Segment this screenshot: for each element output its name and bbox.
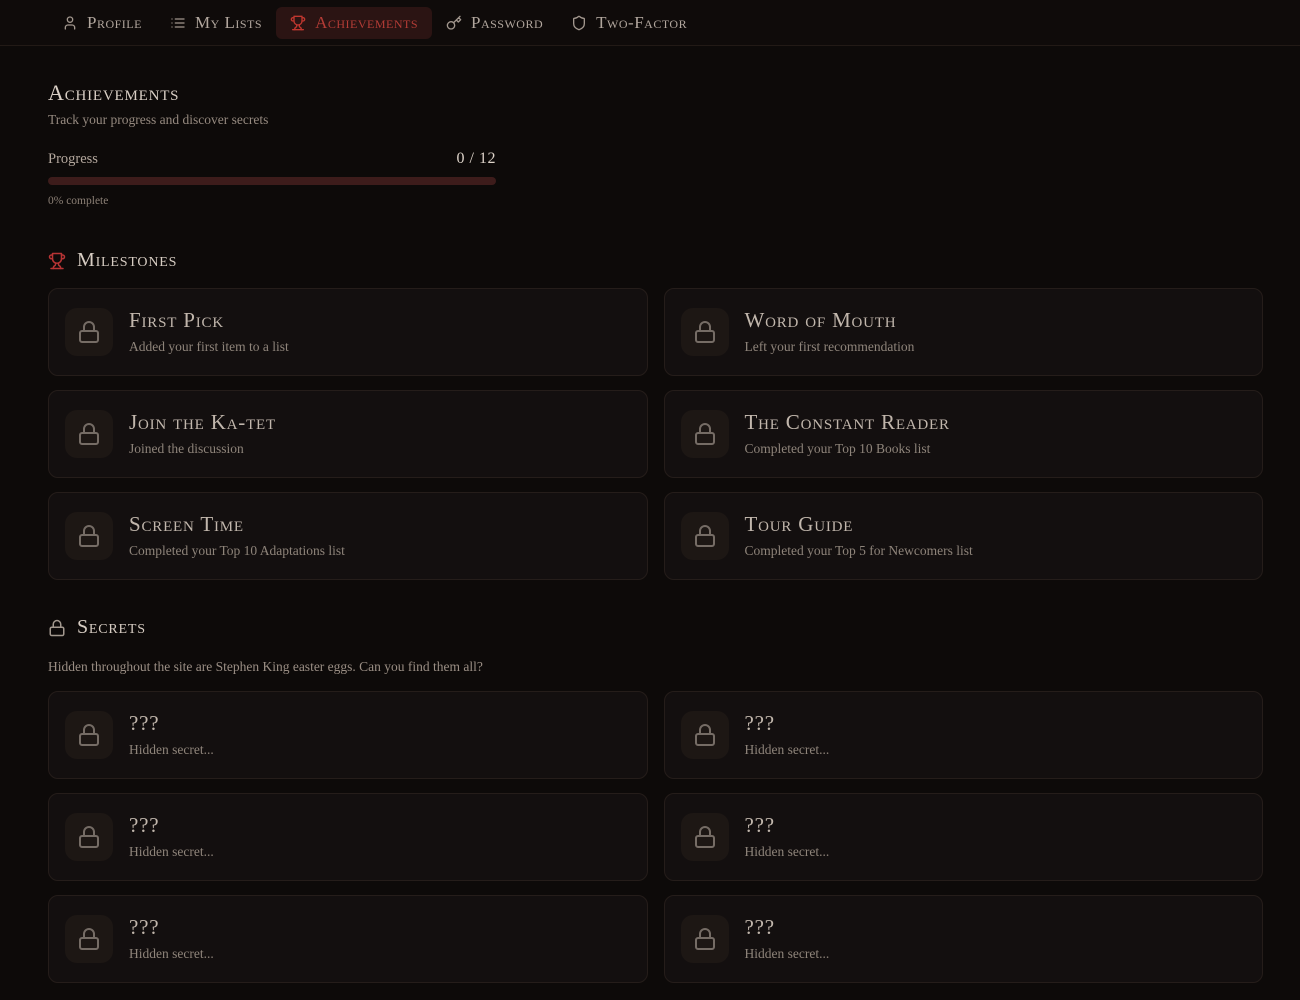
nav-tab-my-lists[interactable]: My Lists — [156, 7, 276, 39]
achievement-description: Completed your Top 10 Books list — [745, 441, 950, 457]
secret-card[interactable]: ??? Hidden secret... — [664, 895, 1264, 983]
secrets-section: Secrets Hidden throughout the site are S… — [48, 616, 1263, 983]
achievement-card[interactable]: Tour Guide Completed your Top 5 for Newc… — [664, 492, 1264, 580]
secret-description: Hidden secret... — [129, 844, 214, 860]
nav-tab-label: My Lists — [195, 13, 262, 33]
milestones-grid: First Pick Added your first item to a li… — [48, 288, 1263, 580]
locked-badge — [65, 711, 113, 759]
achievement-title: Screen Time — [129, 513, 345, 536]
nav-tab-label: Profile — [87, 13, 142, 33]
secret-description: Hidden secret... — [745, 742, 830, 758]
locked-badge — [65, 915, 113, 963]
nav-tab-two-factor[interactable]: Two-Factor — [557, 7, 701, 39]
achievement-card[interactable]: The Constant Reader Completed your Top 1… — [664, 390, 1264, 478]
key-icon — [446, 15, 462, 31]
page-subtitle: Track your progress and discover secrets — [48, 112, 1263, 128]
secret-card[interactable]: ??? Hidden secret... — [664, 793, 1264, 881]
locked-badge — [681, 711, 729, 759]
locked-badge — [681, 308, 729, 356]
achievement-description: Joined the discussion — [129, 441, 276, 457]
lock-icon — [693, 723, 717, 747]
achievement-card[interactable]: Word of Mouth Left your first recommenda… — [664, 288, 1264, 376]
user-icon — [62, 15, 78, 31]
secret-card[interactable]: ??? Hidden secret... — [48, 691, 648, 779]
secret-card[interactable]: ??? Hidden secret... — [48, 793, 648, 881]
secret-description: Hidden secret... — [129, 742, 214, 758]
progress-caption: 0% complete — [48, 195, 496, 207]
achievement-title: The Constant Reader — [745, 411, 950, 434]
achievement-card[interactable]: First Pick Added your first item to a li… — [48, 288, 648, 376]
secrets-heading: Secrets — [48, 616, 1263, 639]
secret-card[interactable]: ??? Hidden secret... — [664, 691, 1264, 779]
lock-icon — [693, 825, 717, 849]
locked-badge — [681, 915, 729, 963]
locked-badge — [65, 512, 113, 560]
locked-badge — [681, 813, 729, 861]
secret-title: ??? — [129, 916, 214, 939]
progress-bar — [48, 177, 496, 185]
achievement-card[interactable]: Screen Time Completed your Top 10 Adapta… — [48, 492, 648, 580]
progress-value: 0 / 12 — [457, 150, 496, 168]
secret-title: ??? — [745, 916, 830, 939]
nav-tab-label: Password — [471, 13, 543, 33]
achievements-page: Achievements Track your progress and dis… — [0, 46, 1300, 983]
lock-icon — [77, 825, 101, 849]
trophy-icon — [290, 15, 306, 31]
secret-card[interactable]: ??? Hidden secret... — [48, 895, 648, 983]
locked-badge — [681, 512, 729, 560]
secrets-grid: ??? Hidden secret... ??? Hidden secret..… — [48, 691, 1263, 983]
milestones-section: Milestones First Pick Added your first i… — [48, 249, 1263, 580]
trophy-icon — [48, 252, 66, 270]
nav-tab-label: Achievements — [315, 13, 418, 33]
secret-description: Hidden secret... — [745, 844, 830, 860]
nav-tab-profile[interactable]: Profile — [48, 7, 156, 39]
milestones-heading: Milestones — [48, 249, 1263, 272]
settings-nav: Profile My Lists Achievements Password T… — [0, 0, 1300, 46]
list-icon — [170, 15, 186, 31]
secret-description: Hidden secret... — [129, 946, 214, 962]
secret-description: Hidden secret... — [745, 946, 830, 962]
lock-icon — [77, 320, 101, 344]
lock-icon — [693, 422, 717, 446]
progress-section: Progress 0 / 12 0% complete — [48, 150, 496, 207]
lock-icon — [77, 723, 101, 747]
lock-icon — [693, 927, 717, 951]
secret-title: ??? — [129, 712, 214, 735]
secret-title: ??? — [129, 814, 214, 837]
lock-icon — [77, 927, 101, 951]
achievement-description: Added your first item to a list — [129, 339, 289, 355]
achievement-description: Completed your Top 10 Adaptations list — [129, 543, 345, 559]
locked-badge — [681, 410, 729, 458]
achievement-title: First Pick — [129, 309, 289, 332]
secrets-description: Hidden throughout the site are Stephen K… — [48, 659, 1263, 675]
lock-icon — [77, 524, 101, 548]
nav-tab-achievements[interactable]: Achievements — [276, 7, 432, 39]
page-title: Achievements — [48, 80, 1263, 106]
achievement-title: Tour Guide — [745, 513, 973, 536]
secrets-title: Secrets — [77, 616, 146, 639]
achievement-description: Completed your Top 5 for Newcomers list — [745, 543, 973, 559]
achievement-title: Join the Ka-tet — [129, 411, 276, 434]
locked-badge — [65, 813, 113, 861]
secret-title: ??? — [745, 712, 830, 735]
progress-label: Progress — [48, 151, 98, 168]
lock-icon — [693, 524, 717, 548]
lock-icon — [48, 619, 66, 637]
secret-title: ??? — [745, 814, 830, 837]
locked-badge — [65, 308, 113, 356]
nav-tab-label: Two-Factor — [596, 13, 687, 33]
achievement-title: Word of Mouth — [745, 309, 915, 332]
nav-tab-password[interactable]: Password — [432, 7, 557, 39]
shield-icon — [571, 15, 587, 31]
lock-icon — [77, 422, 101, 446]
achievement-description: Left your first recommendation — [745, 339, 915, 355]
achievement-card[interactable]: Join the Ka-tet Joined the discussion — [48, 390, 648, 478]
lock-icon — [693, 320, 717, 344]
locked-badge — [65, 410, 113, 458]
milestones-title: Milestones — [77, 249, 177, 272]
